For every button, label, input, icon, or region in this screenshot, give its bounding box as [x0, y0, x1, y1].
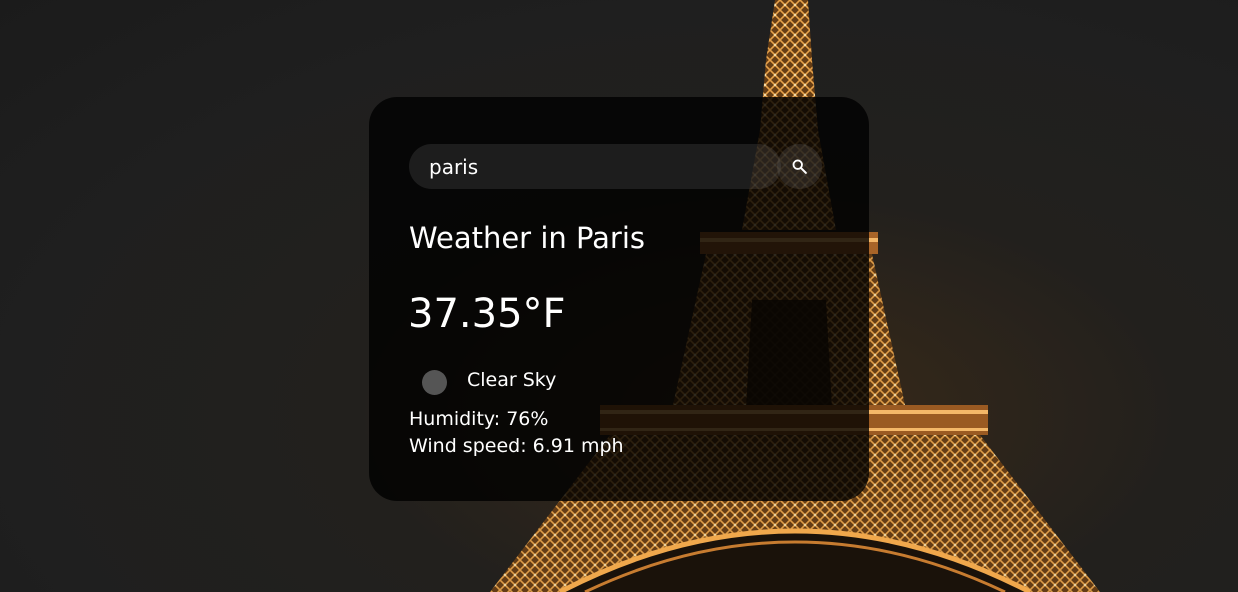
- weather-icon: [422, 370, 447, 395]
- temperature-value: 37.35°F: [408, 291, 566, 337]
- search-input[interactable]: [409, 144, 781, 189]
- humidity-value: Humidity: 76%: [409, 408, 549, 430]
- search-button[interactable]: [777, 144, 822, 189]
- weather-card: Weather in Paris 37.35°F Clear Sky Humid…: [369, 97, 869, 501]
- city-title: Weather in Paris: [409, 221, 646, 255]
- search-bar: [409, 144, 822, 189]
- wind-speed-value: Wind speed: 6.91 mph: [409, 435, 624, 457]
- search-icon: [792, 159, 807, 174]
- weather-description: Clear Sky: [467, 369, 557, 391]
